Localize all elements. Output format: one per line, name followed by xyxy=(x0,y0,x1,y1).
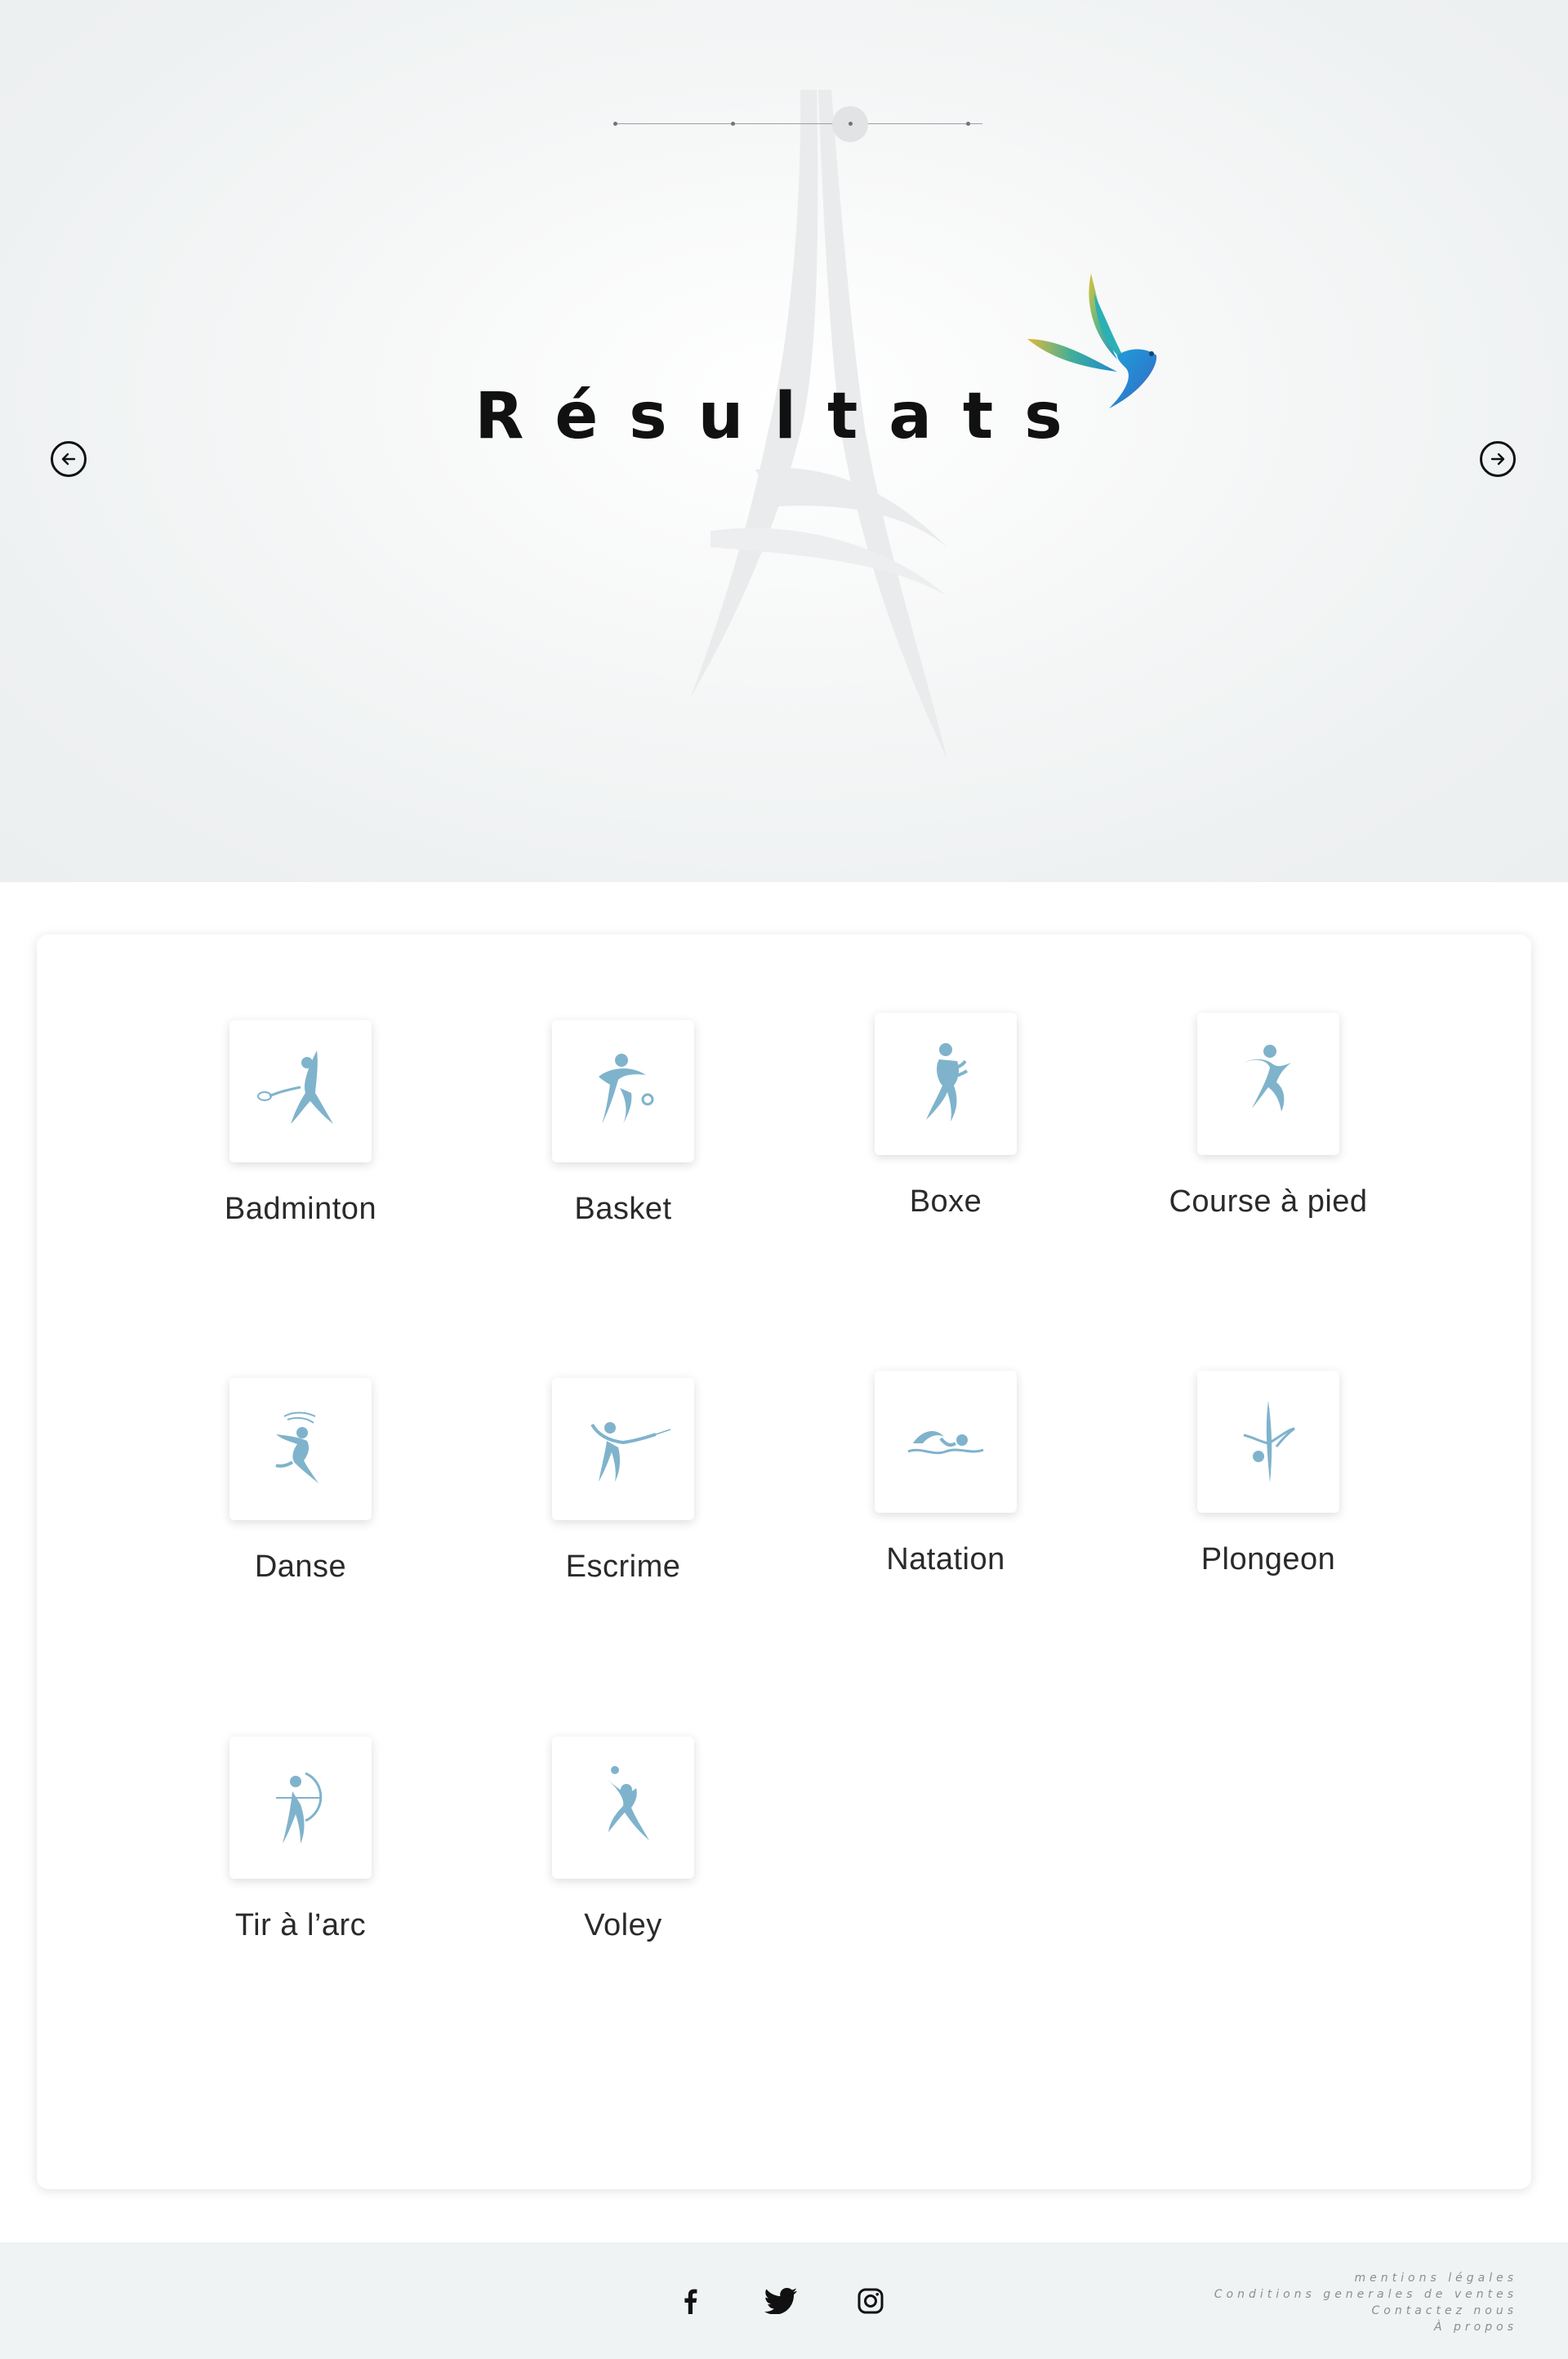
badminton-icon xyxy=(257,1050,333,1124)
sport-item-badminton[interactable]: Badminton xyxy=(170,1020,431,1227)
sports-grid-card: Badminton Basket Boxe Course à pied Dans… xyxy=(37,934,1531,2189)
step-dot-2[interactable] xyxy=(731,122,735,126)
sport-label: Course à pied xyxy=(1169,1184,1368,1219)
instagram-link[interactable] xyxy=(854,2285,887,2317)
legal-notice-link[interactable]: mentions légales xyxy=(1214,2270,1517,2286)
sport-label: Escrime xyxy=(565,1550,681,1584)
page-footer: mentions légales Conditions generales de… xyxy=(0,2242,1568,2359)
instagram-icon xyxy=(858,2288,884,2314)
sport-tile[interactable] xyxy=(229,1378,372,1520)
page-title: Résultats xyxy=(474,380,1094,453)
sport-label: Danse xyxy=(254,1550,347,1584)
sport-label: Basket xyxy=(574,1192,672,1226)
terms-of-sale-link[interactable]: Conditions generales de ventes xyxy=(1214,2286,1517,2303)
bird-logo xyxy=(1027,274,1157,408)
swimming-icon xyxy=(907,1431,984,1455)
next-button[interactable] xyxy=(1480,441,1516,477)
sport-item-course[interactable]: Course à pied xyxy=(1138,1013,1399,1220)
volleyball-icon xyxy=(607,1766,649,1840)
sport-tile[interactable] xyxy=(1197,1371,1339,1513)
sport-label: Plongeon xyxy=(1200,1542,1336,1576)
previous-button[interactable] xyxy=(51,441,87,477)
contact-link[interactable]: Contactez nous xyxy=(1214,2303,1517,2319)
dance-icon xyxy=(275,1411,318,1483)
sport-tile[interactable] xyxy=(875,1013,1017,1155)
sport-item-boxe[interactable]: Boxe xyxy=(815,1013,1076,1220)
sport-label: Natation xyxy=(886,1542,1005,1576)
archery-icon xyxy=(276,1772,323,1844)
sport-label: Voley xyxy=(584,1908,662,1942)
sport-tile[interactable] xyxy=(552,1378,694,1520)
sport-item-basket[interactable]: Basket xyxy=(492,1020,754,1227)
step-dot-4[interactable] xyxy=(966,122,970,126)
sport-label: Boxe xyxy=(909,1184,982,1219)
hero-banner: Résultats xyxy=(0,0,1568,882)
arrow-left-icon xyxy=(61,453,76,466)
basketball-icon xyxy=(599,1054,654,1124)
sport-item-escrime[interactable]: Escrime xyxy=(492,1378,754,1585)
sport-tile[interactable] xyxy=(875,1371,1017,1513)
sport-item-voley[interactable]: Voley xyxy=(492,1737,754,1943)
twitter-icon xyxy=(764,2288,797,2314)
sport-tile[interactable] xyxy=(552,1737,694,1879)
arrow-right-icon xyxy=(1490,453,1505,466)
boxing-icon xyxy=(926,1043,969,1122)
about-link[interactable]: À propos xyxy=(1214,2319,1517,2335)
running-icon xyxy=(1244,1045,1291,1112)
twitter-link[interactable] xyxy=(764,2285,797,2317)
sport-tile[interactable] xyxy=(1197,1013,1339,1155)
sport-label: Badminton xyxy=(224,1192,377,1226)
facebook-link[interactable] xyxy=(674,2285,706,2317)
facebook-icon xyxy=(684,2289,697,2314)
sport-item-danse[interactable]: Danse xyxy=(170,1378,431,1585)
sport-item-natation[interactable]: Natation xyxy=(815,1371,1076,1577)
diving-icon xyxy=(1243,1401,1295,1483)
fencing-icon xyxy=(590,1422,671,1482)
step-dot-1[interactable] xyxy=(613,122,617,126)
step-dot-3[interactable] xyxy=(849,122,853,126)
footer-links: mentions légales Conditions generales de… xyxy=(1214,2270,1517,2335)
step-indicator xyxy=(604,106,982,142)
sport-tile[interactable] xyxy=(229,1737,372,1879)
sport-item-plongeon[interactable]: Plongeon xyxy=(1138,1371,1399,1577)
sport-item-tir-a-l-arc[interactable]: Tir à l’arc xyxy=(170,1737,431,1943)
step-line xyxy=(615,123,982,124)
sport-tile[interactable] xyxy=(552,1020,694,1162)
sport-tile[interactable] xyxy=(229,1020,372,1162)
sport-label: Tir à l’arc xyxy=(234,1908,367,1942)
